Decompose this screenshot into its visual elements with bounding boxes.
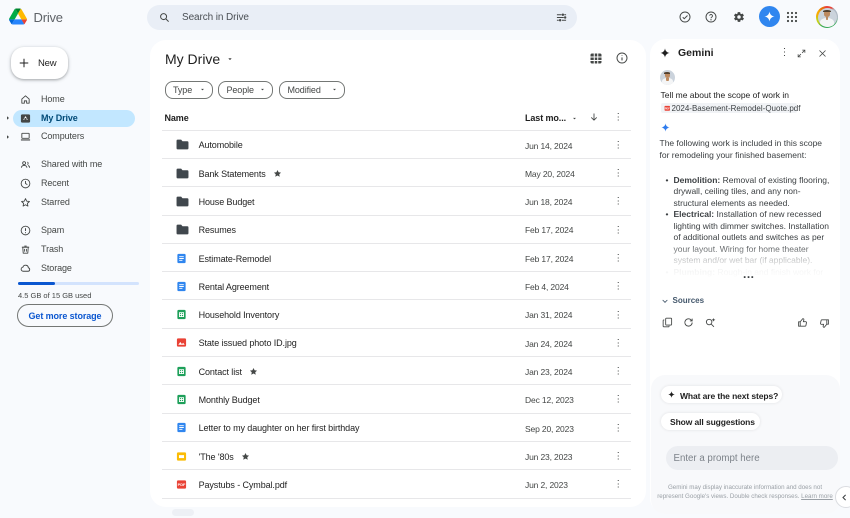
svg-text:PDF: PDF xyxy=(178,482,186,487)
